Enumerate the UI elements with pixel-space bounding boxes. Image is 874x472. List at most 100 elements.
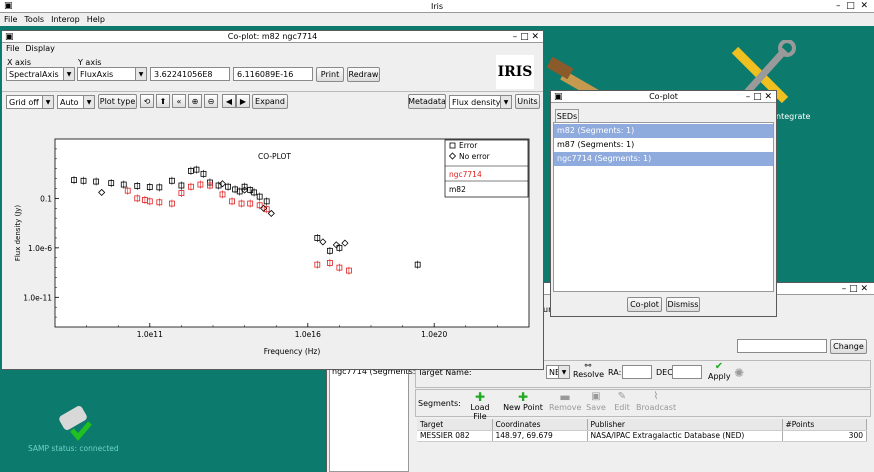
flux-density-select[interactable]: Flux density ▼ (449, 95, 512, 109)
remove-button[interactable]: ▬ Remove (549, 391, 581, 412)
app-title: Iris (430, 1, 444, 11)
edit-label: Edit (614, 403, 630, 412)
coplot-chart[interactable]: 1.0e11 1.0e16 1.0e20 0.1 1.0e-6 1.0e-11 CO-PL… (2, 113, 543, 369)
sed-list[interactable]: ngc7714 (Segments: (329, 363, 415, 472)
y-axis-label: Y axis (78, 58, 102, 67)
save-button[interactable]: ▣ Save (584, 391, 608, 412)
window-controls[interactable]: – □ ✕ (513, 31, 539, 43)
dismiss-button[interactable]: Dismiss (666, 297, 700, 312)
builder-name-field[interactable] (737, 339, 827, 353)
pencil-icon: ✎ (617, 391, 627, 402)
grid-select[interactable]: Grid off ▼ (6, 95, 54, 109)
zoom-out-icon[interactable]: ⊖ (204, 94, 218, 108)
coplot-button[interactable]: Co-plot (627, 297, 662, 312)
main-titlebar: ▣ Iris – □ ✕ (0, 0, 874, 13)
legend: Error No error ngc7714 m82 (444, 139, 529, 198)
load-file-button[interactable]: ✚ Load File (463, 391, 497, 421)
check-icon: ✔ (714, 361, 724, 372)
iris-logo: IRIS (496, 55, 534, 89)
pan-up-icon[interactable]: ⬆ (156, 94, 170, 108)
cell-target: MESSIER 082 (417, 430, 493, 442)
disk-icon: ▣ (591, 391, 601, 402)
y-axis-select[interactable]: FluxAxis ▼ (77, 67, 147, 81)
coplot-window: ▣ Co-plot: m82 ngc7714 – □ ✕ File Displa… (2, 31, 543, 369)
binoculars-icon: ⚯ (584, 361, 592, 370)
window-icon[interactable]: ▣ (554, 91, 563, 103)
metadata-button[interactable]: Metadata (408, 94, 446, 109)
scale-select[interactable]: Auto ▼ (57, 95, 95, 109)
spinner-icon: ✺ (734, 366, 745, 380)
chart-title: CO-PLOT (258, 152, 291, 161)
coplot-select-title: Co-plot (649, 92, 678, 101)
sed-list-item[interactable]: m82 (Segments: 1) (554, 124, 773, 138)
window-icon[interactable]: ▣ (5, 31, 14, 43)
menu-interop[interactable]: Interop (51, 15, 80, 24)
target-name-label: Target Name: (418, 368, 472, 377)
main-menubar: File Tools Interop Help (0, 13, 874, 26)
x-axis-label: X axis (7, 58, 32, 67)
resolve-label: Resolve (573, 370, 605, 379)
segments-table[interactable]: Target Coordinates Publisher #Points MES… (417, 419, 867, 442)
x-tick-label: 1.0e20 (421, 330, 447, 339)
x-axis-select[interactable]: SpectralAxis ▼ (6, 67, 75, 81)
cell-coordinates: 148.97, 69.679 (492, 430, 588, 442)
ra-label: RA: (608, 368, 622, 377)
menu-file[interactable]: File (4, 15, 17, 24)
coplot-select-titlebar: ▣ Co-plot – □ ✕ (551, 91, 776, 103)
y-tick-label: 1.0e-11 (23, 293, 52, 302)
legend-noerror: No error (459, 152, 491, 161)
menu-help[interactable]: Help (87, 15, 105, 24)
x-axis-title: Frequency (Hz) (264, 347, 321, 356)
units-button[interactable]: Units (515, 94, 540, 109)
x-tick-label: 1.0e11 (137, 330, 163, 339)
edit-button[interactable]: ✎ Edit (610, 391, 634, 412)
coplot-menu-display[interactable]: Display (25, 44, 55, 53)
col-publisher[interactable]: Publisher (587, 419, 783, 431)
coplot-title: Co-plot: m82 ngc7714 (227, 32, 318, 41)
prev-icon[interactable]: ◀ (222, 94, 236, 108)
minus-icon: ▬ (559, 390, 571, 404)
y-axis-title: Flux density (Jy) (14, 205, 22, 262)
coord-x-readout[interactable]: 3.62241056E8 (150, 67, 230, 81)
apply-button[interactable]: ✔ Apply (708, 361, 731, 381)
expand-button[interactable]: Expand (252, 94, 288, 109)
change-button[interactable]: Change (830, 339, 867, 354)
flux-density-value: Flux density (452, 97, 501, 107)
redraw-button[interactable]: Redraw (347, 67, 380, 82)
pan-left-icon[interactable]: « (172, 94, 186, 108)
broadcast-button[interactable]: ⌇ Broadcast (636, 391, 676, 412)
new-point-button[interactable]: ✚ New Point (503, 391, 543, 412)
plot-type-button[interactable]: Plot type (98, 94, 137, 109)
tab-seds[interactable]: SEDs (555, 109, 579, 123)
dec-input[interactable] (672, 365, 702, 379)
sed-list-item[interactable]: ngc7714 (Segments: 1) (554, 152, 773, 166)
x-axis-select-value: SpectralAxis (9, 69, 59, 79)
next-icon[interactable]: ▶ (236, 94, 250, 108)
segments-panel: Segments: ✚ Load File ✚ New Point ▬ Remove … (415, 389, 871, 421)
zoom-fit-icon[interactable]: ⟲ (140, 94, 154, 108)
zoom-in-icon[interactable]: ⊕ (188, 94, 202, 108)
coplot-menu-file[interactable]: File (6, 44, 19, 53)
ra-input[interactable] (622, 365, 652, 379)
sed-list-item[interactable]: m87 (Segments: 1) (554, 138, 773, 152)
window-controls[interactable]: – □ ✕ (836, 0, 868, 12)
sed-select-list[interactable]: m82 (Segments: 1) m87 (Segments: 1) ngc771… (553, 122, 774, 292)
ned-select[interactable]: NED▼ (546, 365, 570, 379)
cell-publisher: NASA/IPAC Extragalactic Database (NED) (587, 430, 783, 442)
col-points[interactable]: #Points (782, 419, 867, 431)
coord-y-readout[interactable]: 6.116089E-16 (233, 67, 313, 81)
print-button[interactable]: Print (316, 67, 344, 82)
col-target[interactable]: Target (417, 419, 493, 431)
legend-m82: m82 (449, 185, 466, 194)
window-controls[interactable]: – □ ✕ (746, 91, 772, 103)
col-coordinates[interactable]: Coordinates (492, 419, 588, 431)
legend-ngc7714: ngc7714 (449, 170, 482, 179)
remove-label: Remove (549, 403, 582, 412)
table-row[interactable]: MESSIER 082 148.97, 69.679 NASA/IPAC Ext… (417, 430, 867, 442)
menu-tools[interactable]: Tools (24, 15, 44, 24)
samp-status: SAMP status: connected (28, 444, 119, 453)
resolve-button[interactable]: ⚯ Resolve (573, 361, 605, 379)
coplot-titlebar: ▣ Co-plot: m82 ngc7714 – □ ✕ (2, 31, 543, 43)
grid-select-value: Grid off (9, 97, 39, 107)
app-icon[interactable]: ▣ (4, 0, 13, 12)
